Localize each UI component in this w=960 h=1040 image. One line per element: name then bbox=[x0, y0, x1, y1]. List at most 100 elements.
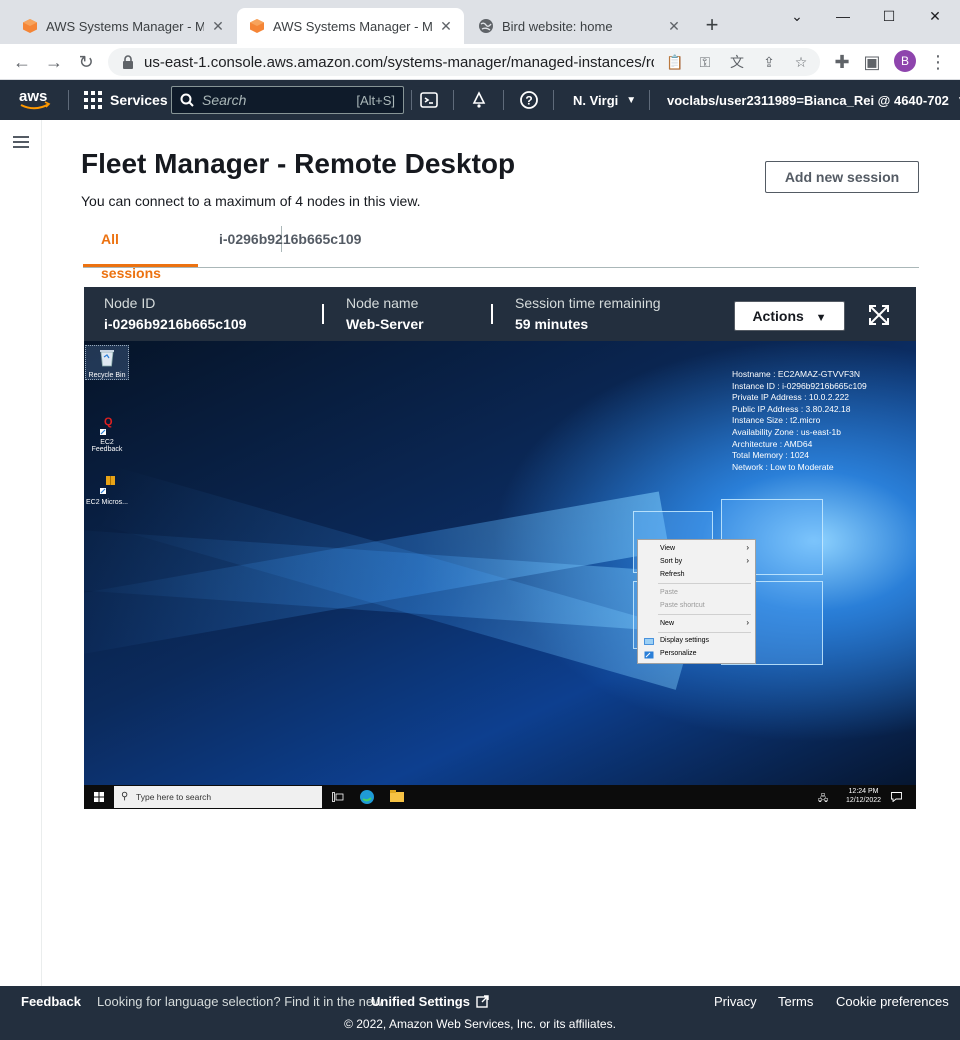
desktop-icon-ec2-feedback[interactable]: Q EC2 Feedback bbox=[85, 413, 129, 453]
browser-tab-title: Bird website: home bbox=[502, 18, 613, 34]
actions-label: Actions bbox=[752, 308, 804, 324]
search-placeholder: Search bbox=[202, 92, 247, 108]
bell-icon[interactable] bbox=[469, 90, 489, 110]
services-label: Services bbox=[110, 92, 168, 108]
node-name-field: Node name Web-Server bbox=[346, 295, 424, 332]
new-tab-icon[interactable]: + bbox=[700, 14, 724, 38]
chevron-right-icon: › bbox=[746, 543, 749, 552]
taskbar-search-input[interactable]: ⚲ Type here to search bbox=[114, 786, 322, 808]
account-label: voclabs/user2311989=Bianca_Rei @ 4640-70… bbox=[667, 92, 949, 108]
url-text: us-east-1.console.aws.amazon.com/systems… bbox=[144, 53, 654, 71]
context-menu-sort-by[interactable]: Sort by bbox=[660, 558, 682, 565]
cookie-preferences-link[interactable]: Cookie preferences bbox=[836, 994, 949, 1009]
context-menu-refresh[interactable]: Refresh bbox=[660, 571, 685, 578]
chevron-right-icon: › bbox=[746, 556, 749, 565]
account-menu[interactable]: voclabs/user2311989=Bianca_Rei @ 4640-70… bbox=[667, 80, 960, 120]
desktop-icon-label: Recycle Bin bbox=[88, 372, 126, 379]
chevron-down-icon[interactable]: ⌄ bbox=[774, 4, 820, 28]
browser-tab-2[interactable]: AWS Systems Manager - Mana ✕ bbox=[237, 8, 464, 44]
context-menu-view[interactable]: View bbox=[660, 545, 675, 552]
node-id-field: Node ID i-0296b9216b665c109 bbox=[104, 295, 246, 332]
taskbar-clock[interactable]: 12:24 PM 12/12/2022 bbox=[846, 787, 881, 805]
svg-text:?: ? bbox=[525, 94, 532, 108]
notification-icon[interactable] bbox=[891, 792, 902, 802]
network-icon[interactable]: 🖧 bbox=[818, 791, 828, 807]
recycle-bin-icon bbox=[100, 350, 114, 367]
context-menu-new[interactable]: New bbox=[660, 620, 674, 627]
node-name-label: Node name bbox=[346, 295, 419, 311]
back-icon[interactable]: ← bbox=[10, 50, 34, 74]
key-icon[interactable]: ⚿ bbox=[696, 53, 714, 71]
profile-avatar[interactable]: B bbox=[894, 50, 916, 72]
forward-icon[interactable]: → bbox=[42, 50, 66, 74]
session-header: Node ID i-0296b9216b665c109 Node name We… bbox=[84, 287, 916, 341]
tab-instance-session[interactable]: i-0296b9216b665c109 bbox=[201, 222, 379, 267]
privacy-link[interactable]: Privacy bbox=[714, 994, 757, 1009]
search-input[interactable]: Search [Alt+S] bbox=[171, 86, 404, 114]
context-menu-display-settings[interactable]: Display settings bbox=[660, 637, 709, 644]
more-menu-icon[interactable]: ⋮ bbox=[926, 50, 950, 74]
actions-button[interactable]: Actions ▼ bbox=[734, 301, 845, 331]
search-icon: ⚲ bbox=[121, 791, 129, 802]
maximize-icon[interactable]: ☐ bbox=[866, 4, 912, 28]
personalize-icon bbox=[644, 651, 654, 659]
clock-time: 12:24 PM bbox=[848, 788, 879, 795]
windows-start-icon[interactable] bbox=[94, 792, 104, 802]
reload-icon[interactable]: ↻ bbox=[74, 50, 98, 74]
browser-tabstrip: AWS Systems Manager - Mana ✕ AWS Systems… bbox=[0, 0, 960, 44]
svg-text:Q: Q bbox=[104, 416, 113, 428]
browser-tab-3[interactable]: Bird website: home ✕ bbox=[466, 8, 692, 44]
close-window-icon[interactable]: ✕ bbox=[912, 4, 958, 28]
node-name-value: Web-Server bbox=[346, 316, 424, 332]
context-menu-paste-shortcut: Paste shortcut bbox=[660, 602, 705, 609]
context-menu-personalize[interactable]: Personalize bbox=[660, 650, 697, 657]
desktop-icon-recycle-bin[interactable]: Recycle Bin bbox=[85, 345, 129, 380]
svg-text:aws: aws bbox=[19, 88, 47, 105]
external-link-icon bbox=[475, 995, 489, 1008]
remote-desktop-canvas[interactable]: Recycle Bin Q EC2 Feedback EC2 Micros...… bbox=[84, 341, 916, 785]
aws-logo[interactable]: aws bbox=[18, 86, 52, 112]
close-tab-icon[interactable]: ✕ bbox=[666, 18, 682, 34]
session-tabs: All sessions i-0296b9216b665c109 bbox=[83, 222, 919, 281]
system-info-overlay: Hostname : EC2AMAZ-GTVVF3N Instance ID :… bbox=[732, 369, 867, 473]
region-selector[interactable]: N. Virgi ▼ bbox=[573, 80, 636, 120]
language-prompt: Looking for language selection? Find it … bbox=[97, 994, 383, 1009]
sysinfo-line: Hostname : EC2AMAZ-GTVVF3N bbox=[732, 369, 861, 379]
file-explorer-icon[interactable] bbox=[390, 790, 404, 802]
share-icon[interactable]: ⇪ bbox=[760, 53, 778, 71]
add-new-session-button[interactable]: Add new session bbox=[765, 161, 919, 193]
clipboard-icon[interactable]: 📋 bbox=[666, 53, 684, 71]
star-icon[interactable]: ☆ bbox=[792, 53, 810, 71]
globe-icon bbox=[479, 19, 493, 33]
address-bar[interactable]: us-east-1.console.aws.amazon.com/systems… bbox=[108, 48, 820, 76]
task-view-icon[interactable] bbox=[332, 792, 344, 802]
fullscreen-icon[interactable] bbox=[868, 304, 890, 326]
node-id-label: Node ID bbox=[104, 295, 156, 311]
caret-down-icon: ▼ bbox=[626, 94, 637, 106]
hamburger-menu-icon[interactable] bbox=[13, 136, 29, 148]
browser-tab-1[interactable]: AWS Systems Manager - Mana ✕ bbox=[10, 8, 236, 44]
minimize-icon[interactable]: — bbox=[820, 4, 866, 28]
aws-cube-icon bbox=[250, 19, 264, 33]
extensions-icon[interactable]: ✚ bbox=[830, 50, 854, 74]
close-tab-icon[interactable]: ✕ bbox=[210, 18, 226, 34]
display-icon bbox=[644, 638, 654, 645]
sysinfo-line: Public IP Address : 3.80.242.18 bbox=[732, 403, 851, 414]
close-tab-icon[interactable]: ✕ bbox=[438, 18, 454, 34]
edge-browser-icon[interactable] bbox=[359, 789, 375, 805]
sysinfo-line: Architecture : AMD64 bbox=[732, 438, 813, 449]
help-icon[interactable]: ? bbox=[519, 90, 539, 110]
side-panel-icon[interactable]: ▣ bbox=[860, 50, 884, 74]
region-label: N. Virgi bbox=[573, 92, 619, 108]
session-time-value: 59 minutes bbox=[515, 316, 589, 332]
tab-all-sessions[interactable]: All sessions bbox=[83, 222, 198, 281]
desktop-icon-ec2-microsoft[interactable]: EC2 Micros... bbox=[85, 473, 129, 506]
translate-icon[interactable]: 文 bbox=[728, 53, 746, 71]
terms-link[interactable]: Terms bbox=[778, 994, 813, 1009]
services-menu[interactable]: Services bbox=[84, 80, 168, 120]
feedback-link[interactable]: Feedback bbox=[21, 994, 81, 1009]
cloudshell-icon[interactable] bbox=[419, 90, 439, 110]
search-icon bbox=[180, 93, 194, 107]
unified-settings-link[interactable]: Unified Settings bbox=[371, 994, 489, 1009]
feedback-shortcut-icon: Q bbox=[100, 416, 113, 435]
